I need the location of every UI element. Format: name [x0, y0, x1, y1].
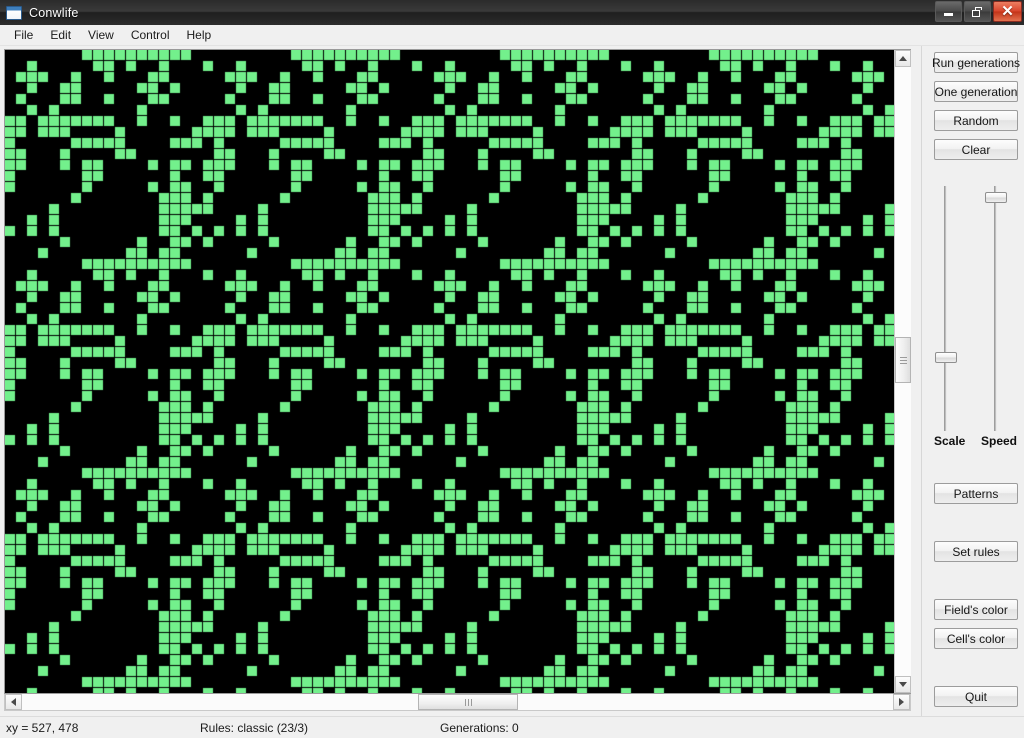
scroll-grip-horizontal-icon [464, 698, 473, 706]
window-icon [6, 5, 22, 20]
status-rules: Rules: classic (23/3) [200, 720, 309, 735]
menu-item-edit[interactable]: Edit [42, 26, 80, 44]
quit-button[interactable]: Quit [934, 686, 1018, 707]
application-window: Conwlife ✕ File Edit View Control Help R… [0, 0, 1024, 738]
horizontal-scroll-thumb[interactable] [418, 694, 518, 710]
title-bar: Conwlife ✕ [0, 0, 1024, 25]
scroll-left-button[interactable] [5, 694, 22, 710]
scale-slider-thumb[interactable] [935, 352, 957, 363]
random-button[interactable]: Random [934, 110, 1018, 131]
scale-slider[interactable] [934, 186, 957, 431]
status-generations: Generations: 0 [440, 720, 519, 735]
status-coordinates: xy = 527, 478 [6, 720, 79, 735]
menu-bar: File Edit View Control Help [0, 25, 1024, 46]
run-generations-button[interactable]: Run generations [932, 52, 1020, 73]
one-generation-button[interactable]: One generation [934, 81, 1018, 102]
scroll-right-icon [899, 698, 904, 706]
fields-color-button[interactable]: Field's color [934, 599, 1018, 620]
cells-color-button[interactable]: Cell's color [934, 628, 1018, 649]
scroll-down-icon [899, 682, 907, 687]
window-title: Conwlife [29, 5, 79, 20]
scroll-down-button[interactable] [895, 676, 911, 693]
vertical-scroll-track[interactable] [895, 67, 911, 676]
life-grid-canvas[interactable] [5, 50, 894, 693]
clear-button[interactable]: Clear [934, 139, 1018, 160]
speed-slider-label: Speed [981, 434, 1018, 448]
scroll-left-icon [11, 698, 16, 706]
scale-slider-label: Scale [934, 434, 966, 448]
patterns-button[interactable]: Patterns [934, 483, 1018, 504]
menu-item-control[interactable]: Control [123, 26, 179, 44]
scroll-grip-icon [899, 355, 907, 366]
speed-slider-groove [994, 186, 997, 431]
vertical-scrollbar[interactable] [894, 50, 911, 693]
horizontal-scroll-track[interactable] [22, 694, 893, 710]
scroll-up-button[interactable] [895, 50, 911, 67]
menu-item-view[interactable]: View [80, 26, 123, 44]
vertical-scroll-thumb[interactable] [895, 337, 911, 383]
horizontal-scrollbar[interactable] [4, 694, 911, 711]
scroll-right-button[interactable] [893, 694, 910, 710]
life-field[interactable] [5, 50, 894, 693]
restore-icon [972, 6, 983, 17]
window-controls: ✕ [935, 1, 1022, 22]
menu-item-help[interactable]: Help [179, 26, 221, 44]
menu-item-file[interactable]: File [6, 26, 42, 44]
set-rules-button[interactable]: Set rules [934, 541, 1018, 562]
control-panel: Run generations One generation Random Cl… [921, 46, 1024, 716]
status-bar: xy = 527, 478 Rules: classic (23/3) Gene… [0, 716, 1024, 738]
minimize-icon [944, 13, 953, 16]
restore-button[interactable] [964, 1, 991, 22]
speed-slider[interactable] [984, 186, 1007, 431]
close-icon: ✕ [1001, 3, 1014, 20]
main-body: Run generations One generation Random Cl… [0, 46, 1024, 716]
field-frame [4, 49, 911, 694]
scroll-up-icon [899, 56, 907, 61]
close-button[interactable]: ✕ [993, 1, 1022, 22]
speed-slider-thumb[interactable] [985, 192, 1007, 203]
field-container [0, 46, 921, 716]
scale-slider-groove [944, 186, 947, 431]
minimize-button[interactable] [935, 1, 962, 22]
